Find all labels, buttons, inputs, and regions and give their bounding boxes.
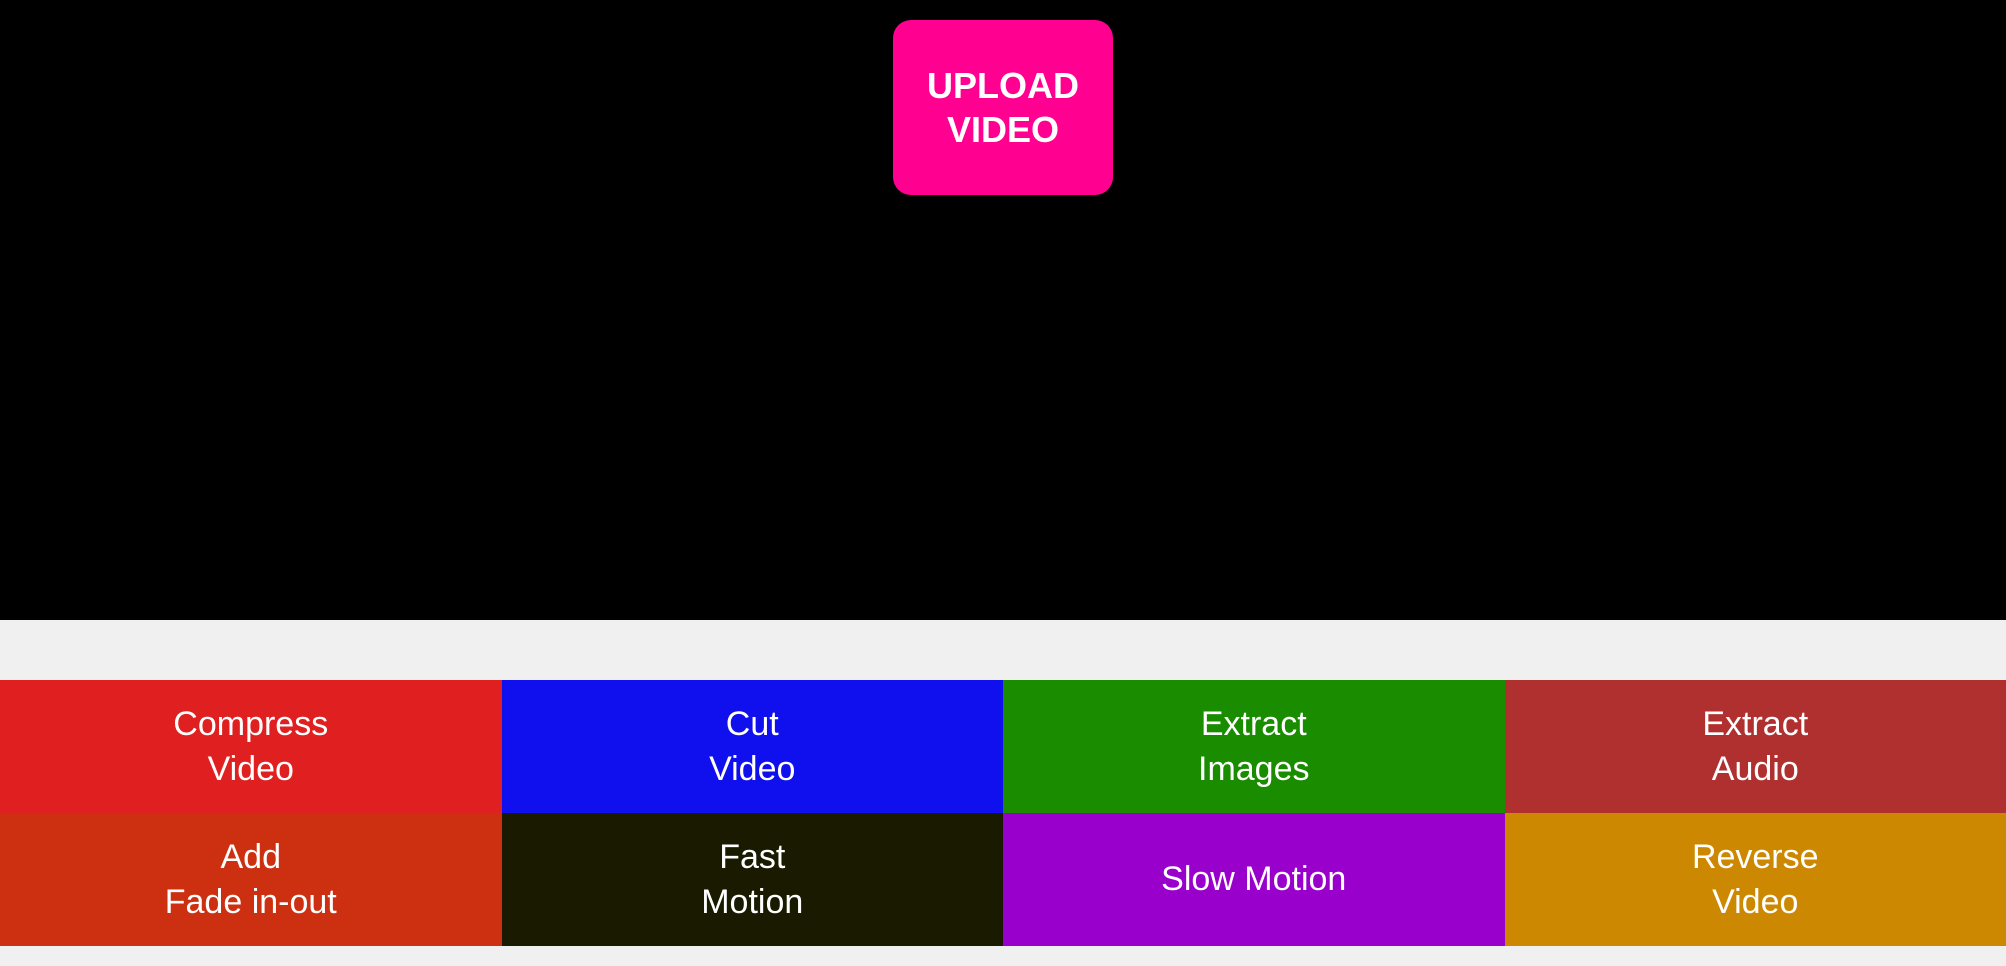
reverse-video-button[interactable]: ReverseVideo — [1505, 813, 2006, 946]
fast-motion-button[interactable]: FastMotion — [502, 813, 1004, 946]
add-fade-button[interactable]: AddFade in-out — [0, 813, 502, 946]
upload-video-button[interactable]: UPLOADVIDEO — [893, 20, 1113, 195]
gap-area — [0, 620, 2006, 680]
actions-grid: CompressVideo CutVideo ExtractImages Ext… — [0, 680, 2006, 946]
video-area: UPLOADVIDEO — [0, 0, 2006, 620]
extract-images-button[interactable]: ExtractImages — [1003, 680, 1505, 813]
slow-motion-button[interactable]: Slow Motion — [1003, 813, 1505, 946]
compress-video-button[interactable]: CompressVideo — [0, 680, 502, 813]
cut-video-button[interactable]: CutVideo — [502, 680, 1004, 813]
extract-audio-button[interactable]: ExtractAudio — [1505, 680, 2006, 813]
